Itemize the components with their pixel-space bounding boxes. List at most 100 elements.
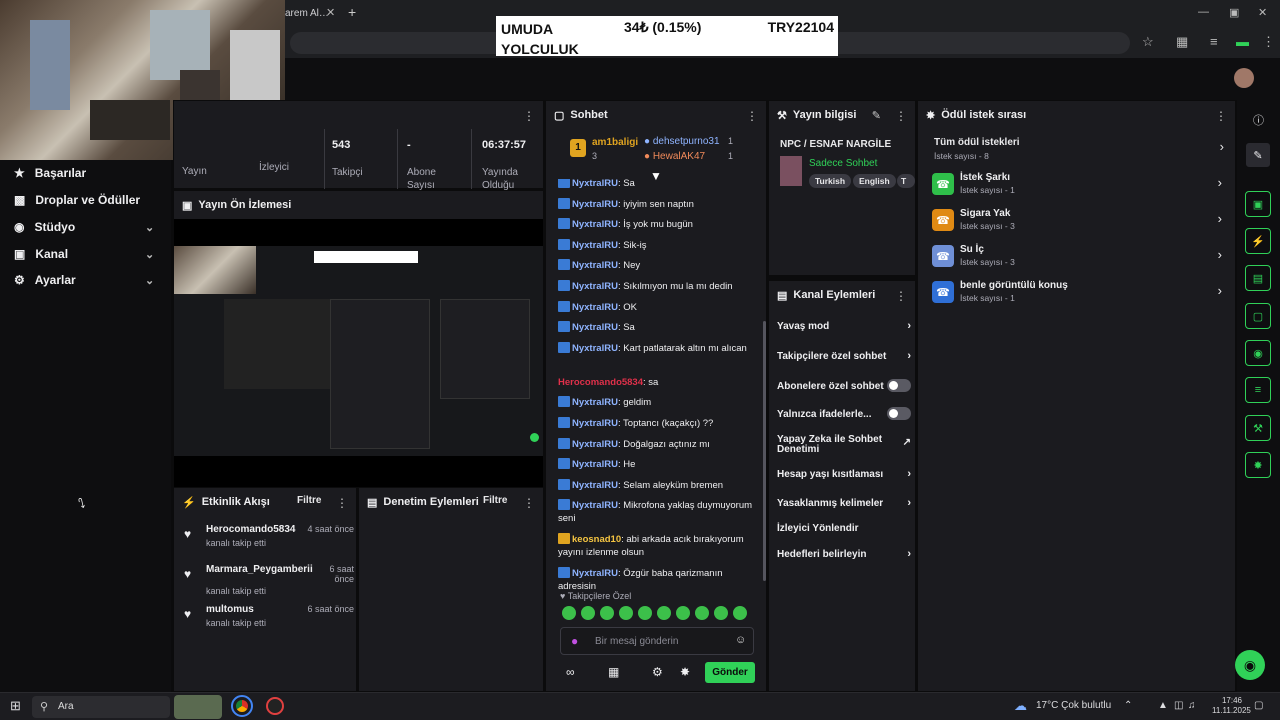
window-close-icon[interactable]: ✕ bbox=[1258, 6, 1267, 19]
nav-item-drops[interactable]: ▩ Droplar ve Ödüller bbox=[14, 193, 140, 207]
chat-scrollbar[interactable] bbox=[763, 321, 766, 581]
emote-icon[interactable] bbox=[619, 606, 633, 620]
chat-username[interactable]: NyxtralRU bbox=[572, 500, 618, 511]
reward-request-row[interactable]: ☎ İstek Şarkı İstek sayısı - 1 › bbox=[932, 172, 1222, 199]
chat-username[interactable]: NyxtralRU bbox=[572, 322, 618, 333]
chat-bubble-icon[interactable]: ▢ bbox=[1245, 303, 1271, 329]
chat-settings-gear-icon[interactable]: ⚙ bbox=[652, 665, 663, 679]
usb-icon[interactable]: ▲ bbox=[1158, 700, 1168, 711]
emote-icon[interactable] bbox=[733, 606, 747, 620]
notification-icon[interactable]: ▢ bbox=[1254, 700, 1263, 711]
badge-icon[interactable]: ✸ bbox=[680, 665, 690, 679]
event-user[interactable]: Herocomando5834 bbox=[206, 524, 295, 535]
moderation-filter-button[interactable]: Filtre bbox=[483, 495, 507, 506]
chat-username[interactable]: Herocomando5834 bbox=[558, 377, 643, 388]
windows-start-icon[interactable]: ⊞ bbox=[10, 698, 21, 714]
top-chatter-name[interactable]: am1baligi bbox=[592, 137, 638, 148]
screenshot-icon[interactable]: ▣ bbox=[1245, 191, 1271, 217]
chat-username[interactable]: NyxtralRU bbox=[572, 459, 618, 470]
nav-item-channel[interactable]: ▣ Kanal ⌄ bbox=[14, 247, 164, 261]
help-headset-icon[interactable]: ◉ bbox=[1235, 650, 1265, 680]
reward-request-row[interactable]: ☎ benle görüntülü konuş İstek sayısı - 1 › bbox=[932, 280, 1222, 307]
document-icon[interactable]: ▤ bbox=[1245, 265, 1271, 291]
chatter-name[interactable]: dehsetpurno31 bbox=[653, 136, 720, 147]
bookmark-star-icon[interactable]: ☆ bbox=[1142, 34, 1154, 50]
stream-category[interactable]: Sadece Sohbet bbox=[809, 158, 877, 169]
chat-username[interactable]: NyxtralRU bbox=[572, 418, 618, 429]
send-button[interactable]: Gönder bbox=[705, 662, 755, 683]
channel-action-item[interactable]: Takipçilere özel sohbet › bbox=[777, 350, 911, 362]
chat-username[interactable]: NyxtralRU bbox=[572, 302, 618, 313]
more-options-icon[interactable]: ⋮ bbox=[746, 109, 758, 123]
event-user[interactable]: multomus bbox=[206, 604, 254, 615]
chrome-taskbar-icon[interactable] bbox=[231, 695, 253, 717]
media-control-icon[interactable]: ≡ bbox=[1210, 34, 1218, 49]
more-options-icon[interactable]: ⋮ bbox=[1215, 109, 1227, 123]
chat-username[interactable]: NyxtralRU bbox=[572, 179, 618, 189]
channel-action-item[interactable]: İzleyici Yönlendir bbox=[777, 523, 911, 534]
preview-video[interactable] bbox=[174, 219, 543, 487]
network-icon[interactable]: ◫ bbox=[1174, 700, 1183, 711]
store-icon[interactable]: ▦ bbox=[608, 665, 619, 679]
profile-extension-icon[interactable]: ▬ bbox=[1236, 34, 1249, 49]
lightning-icon[interactable]: ⚡ bbox=[1245, 228, 1271, 254]
chat-username[interactable]: NyxtralRU bbox=[572, 568, 618, 579]
channel-action-item[interactable]: Yapay Zeka ile Sohbet Denetimi ↗ bbox=[777, 435, 911, 455]
chat-username[interactable]: NyxtralRU bbox=[572, 439, 618, 450]
channel-points-icon[interactable]: ∞ bbox=[566, 665, 575, 679]
emote-icon[interactable] bbox=[657, 606, 671, 620]
chatter-name[interactable]: HewalAK47 bbox=[653, 151, 705, 162]
all-rewards-row[interactable]: Tüm ödül istekleri İstek sayısı - 8 › bbox=[934, 137, 1224, 163]
chat-username[interactable]: keosnad10 bbox=[572, 534, 621, 545]
toggle-switch[interactable] bbox=[887, 407, 911, 420]
more-options-icon[interactable]: ⋮ bbox=[895, 289, 907, 303]
minimize-icon[interactable]: — bbox=[1198, 6, 1209, 18]
chat-username[interactable]: NyxtralRU bbox=[572, 199, 618, 210]
close-tab-icon[interactable]: ✕ bbox=[326, 6, 335, 19]
tag-chip[interactable]: English bbox=[853, 174, 896, 188]
emote-icon[interactable] bbox=[562, 606, 576, 620]
emote-icon[interactable] bbox=[695, 606, 709, 620]
chat-username[interactable]: NyxtralRU bbox=[572, 480, 618, 491]
reward-request-row[interactable]: ☎ Sigara Yak İstek sayısı - 3 › bbox=[932, 208, 1222, 235]
user-avatar[interactable] bbox=[1234, 68, 1254, 88]
emote-icon[interactable] bbox=[676, 606, 690, 620]
more-options-icon[interactable]: ⋮ bbox=[523, 496, 535, 510]
browser-tab-title[interactable]: arem Al… bbox=[285, 8, 329, 19]
volume-icon[interactable]: ♫ bbox=[1188, 700, 1196, 711]
info-icon[interactable]: ⓘ bbox=[1253, 112, 1264, 128]
emote-icon[interactable] bbox=[638, 606, 652, 620]
extensions-icon[interactable]: ▦ bbox=[1176, 34, 1188, 50]
chat-username[interactable]: NyxtralRU bbox=[572, 397, 618, 408]
edit-pencil-icon[interactable]: ✎ bbox=[872, 109, 881, 122]
tag-chip[interactable]: T bbox=[897, 174, 915, 188]
tray-chevron-icon[interactable]: ⌃ bbox=[1124, 700, 1132, 711]
taskbar-widget-icon[interactable] bbox=[174, 695, 222, 719]
chat-username[interactable]: NyxtralRU bbox=[572, 219, 618, 230]
taskbar-search[interactable]: ⚲ Ara bbox=[32, 696, 170, 718]
reward-icon[interactable]: ✸ bbox=[1245, 452, 1271, 478]
channel-action-item[interactable]: Hedefleri belirleyin › bbox=[777, 548, 911, 560]
more-options-icon[interactable]: ⋮ bbox=[895, 109, 907, 123]
channel-action-item[interactable]: Hesap yaşı kısıtlaması › bbox=[777, 468, 911, 480]
wrench-icon[interactable]: ⚒ bbox=[1245, 415, 1271, 441]
emote-icon[interactable] bbox=[581, 606, 595, 620]
chat-username[interactable]: NyxtralRU bbox=[572, 281, 618, 292]
tag-chip[interactable]: Turkish bbox=[809, 174, 852, 188]
event-user[interactable]: Marmara_Peygamberii bbox=[206, 564, 313, 575]
new-tab-button[interactable]: + bbox=[348, 4, 356, 20]
toggle-switch[interactable] bbox=[887, 379, 911, 392]
chat-username[interactable]: NyxtralRU bbox=[572, 240, 618, 251]
chat-username[interactable]: NyxtralRU bbox=[572, 343, 618, 354]
stack-icon[interactable]: ≡ bbox=[1245, 377, 1271, 403]
activity-filter-button[interactable]: Filtre bbox=[297, 495, 321, 506]
maximize-icon[interactable]: ▣ bbox=[1229, 6, 1239, 19]
more-options-icon[interactable]: ⋮ bbox=[523, 109, 535, 123]
clock[interactable]: 17:46 11.11.2025 bbox=[1212, 696, 1251, 716]
emoji-icon[interactable]: ☺ bbox=[735, 634, 746, 646]
microphone-icon[interactable]: ● bbox=[571, 634, 578, 648]
chat-input[interactable]: ● Bir mesaj gönderin ☺ bbox=[560, 627, 754, 655]
channel-action-item[interactable]: Yavaş mod › bbox=[777, 320, 911, 332]
chat-username[interactable]: NyxtralRU bbox=[572, 260, 618, 271]
category-thumbnail[interactable] bbox=[780, 156, 802, 186]
